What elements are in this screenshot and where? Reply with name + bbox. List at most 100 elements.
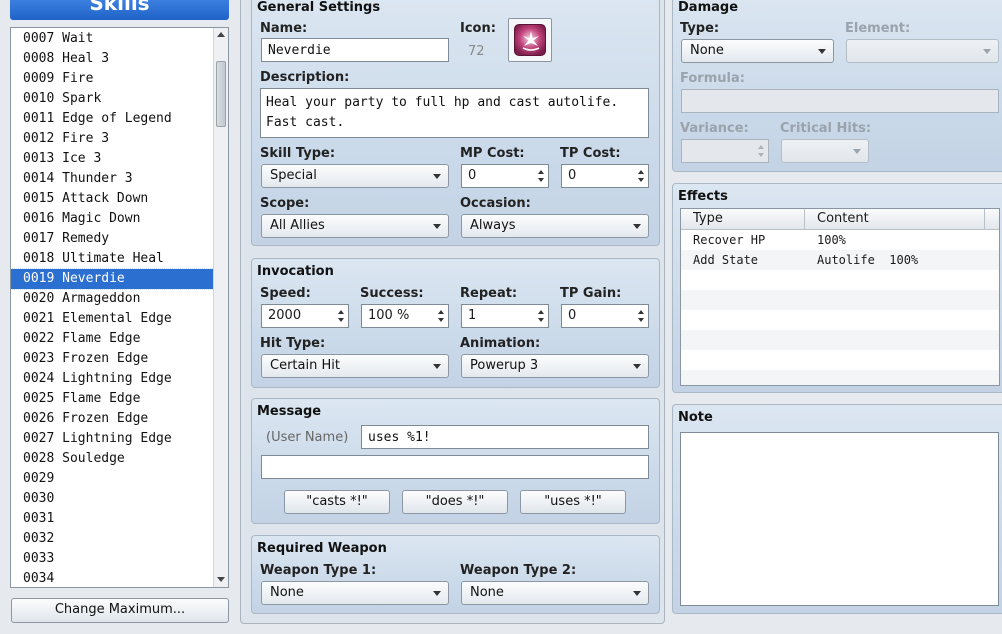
list-item[interactable]: 0010 Spark xyxy=(11,89,214,109)
damage-type-label: Type: xyxy=(680,21,720,36)
skills-list-rows: 0007 Wait 0008 Heal 3 0009 Fire 0010 Spark 0… xyxy=(11,29,215,587)
variance-spinner[interactable] xyxy=(681,139,769,163)
effect-content-cell: 100% xyxy=(817,233,846,247)
tp-cost-label: TP Cost: xyxy=(560,146,621,161)
spin-up-icon[interactable] xyxy=(438,310,444,314)
list-item[interactable]: 0033 xyxy=(11,549,214,569)
col-type-header[interactable]: Type xyxy=(681,209,805,229)
tp-cost-value: 0 xyxy=(568,168,577,183)
mp-cost-spinner[interactable]: 0 xyxy=(461,164,549,188)
damage-type-select[interactable]: None xyxy=(681,39,834,63)
element-select[interactable] xyxy=(846,39,999,63)
spin-up-icon[interactable] xyxy=(538,170,544,174)
invocation-title: Invocation xyxy=(257,264,334,279)
list-item[interactable]: 0032 xyxy=(11,529,214,549)
hit-type-select[interactable]: Certain Hit xyxy=(261,354,449,378)
damage-type-value: None xyxy=(690,43,724,58)
spin-down-icon[interactable] xyxy=(638,318,644,322)
list-scrollbar[interactable] xyxy=(213,28,228,587)
repeat-label: Repeat: xyxy=(460,286,518,301)
list-item[interactable]: 0012 Fire 3 xyxy=(11,129,214,149)
name-input[interactable]: Neverdie xyxy=(261,38,449,62)
chevron-down-icon xyxy=(633,364,641,369)
animation-select[interactable]: Powerup 3 xyxy=(461,354,649,378)
list-item[interactable]: 0021 Elemental Edge xyxy=(11,309,214,329)
list-item[interactable]: 0031 xyxy=(11,509,214,529)
list-item[interactable]: 0027 Lightning Edge xyxy=(11,429,214,449)
hit-type-label: Hit Type: xyxy=(260,336,326,351)
skills-list[interactable]: 0007 Wait 0008 Heal 3 0009 Fire 0010 Spark 0… xyxy=(10,27,229,588)
list-item[interactable]: 0018 Ultimate Heal xyxy=(11,249,214,269)
scroll-up-icon[interactable] xyxy=(217,32,225,37)
list-item[interactable]: 0026 Frozen Edge xyxy=(11,409,214,429)
list-item[interactable]: 0011 Edge of Legend xyxy=(11,109,214,129)
list-item[interactable]: 0013 Ice 3 xyxy=(11,149,214,169)
success-spinner[interactable]: 100 % xyxy=(361,304,449,328)
list-item[interactable]: 0023 Frozen Edge xyxy=(11,349,214,369)
speed-spinner[interactable]: 2000 xyxy=(261,304,349,328)
spin-up-icon[interactable] xyxy=(338,310,344,314)
skill-type-select[interactable]: Special xyxy=(261,164,449,188)
occasion-select[interactable]: Always xyxy=(461,214,649,238)
spin-down-icon[interactable] xyxy=(338,318,344,322)
scroll-down-icon[interactable] xyxy=(217,577,225,582)
scope-select[interactable]: All Allies xyxy=(261,214,449,238)
weapon-type1-select[interactable]: None xyxy=(261,581,449,605)
repeat-value: 1 xyxy=(468,308,477,323)
speed-label: Speed: xyxy=(260,286,311,301)
repeat-spinner[interactable]: 1 xyxy=(461,304,549,328)
spin-up-icon[interactable] xyxy=(538,310,544,314)
note-title: Note xyxy=(678,410,713,425)
list-item[interactable]: 0019 Neverdie xyxy=(11,268,215,290)
list-item[interactable]: 0022 Flame Edge xyxy=(11,329,214,349)
table-row[interactable]: Add State Autolife 100% xyxy=(681,250,999,270)
note-textarea[interactable] xyxy=(680,432,999,606)
critical-hits-select[interactable] xyxy=(781,139,869,163)
spin-down-icon[interactable] xyxy=(538,178,544,182)
list-item[interactable]: 0029 xyxy=(11,469,214,489)
tp-cost-spinner[interactable]: 0 xyxy=(561,164,649,188)
description-textarea[interactable]: Heal your party to full hp and cast auto… xyxy=(260,88,649,138)
message-line2-input[interactable] xyxy=(261,455,649,479)
spin-up-icon[interactable] xyxy=(758,145,764,149)
effects-table-header: Type Content xyxy=(681,209,999,230)
scope-value: All Allies xyxy=(270,218,325,233)
tp-gain-spinner[interactable]: 0 xyxy=(561,304,649,328)
change-maximum-button[interactable]: Change Maximum... xyxy=(11,598,229,623)
spin-up-icon[interactable] xyxy=(638,310,644,314)
spin-down-icon[interactable] xyxy=(438,318,444,322)
spin-down-icon[interactable] xyxy=(638,178,644,182)
list-item[interactable]: 0025 Flame Edge xyxy=(11,389,214,409)
formula-input[interactable] xyxy=(681,89,999,113)
effects-table[interactable]: Type Content Recover HP 100% Add State Auto… xyxy=(680,208,1000,386)
list-item[interactable]: 0034 xyxy=(11,569,214,587)
list-item[interactable]: 0007 Wait xyxy=(11,29,214,49)
spin-down-icon[interactable] xyxy=(758,153,764,157)
uses-template-button[interactable]: "uses *!" xyxy=(520,490,626,514)
weapon-type2-select[interactable]: None xyxy=(461,581,649,605)
list-item[interactable]: 0016 Magic Down xyxy=(11,209,214,229)
list-item[interactable]: 0009 Fire xyxy=(11,69,214,89)
skill-icon-button[interactable] xyxy=(508,18,552,62)
list-item[interactable]: 0014 Thunder 3 xyxy=(11,169,214,189)
user-name-label: (User Name) xyxy=(266,430,349,445)
list-item[interactable]: 0020 Armageddon xyxy=(11,289,214,309)
table-row[interactable]: Recover HP 100% xyxy=(681,230,999,250)
scroll-thumb[interactable] xyxy=(216,61,226,127)
casts-template-button[interactable]: "casts *!" xyxy=(284,490,390,514)
spin-down-icon[interactable] xyxy=(538,318,544,322)
spin-up-icon[interactable] xyxy=(638,170,644,174)
list-item[interactable]: 0030 xyxy=(11,489,214,509)
col-content-header[interactable]: Content xyxy=(805,209,985,229)
message-line1-input[interactable]: uses %1! xyxy=(361,425,649,449)
does-template-button[interactable]: "does *!" xyxy=(402,490,508,514)
list-item[interactable]: 0017 Remedy xyxy=(11,229,214,249)
list-item[interactable]: 0024 Lightning Edge xyxy=(11,369,214,389)
message-title: Message xyxy=(257,404,322,419)
effect-type-cell: Add State xyxy=(693,253,759,267)
description-line-2: Fast cast. xyxy=(266,115,345,130)
list-item[interactable]: 0008 Heal 3 xyxy=(11,49,214,69)
list-item[interactable]: 0028 Souledge xyxy=(11,449,214,469)
list-item[interactable]: 0015 Attack Down xyxy=(11,189,214,209)
success-label: Success: xyxy=(360,286,424,301)
